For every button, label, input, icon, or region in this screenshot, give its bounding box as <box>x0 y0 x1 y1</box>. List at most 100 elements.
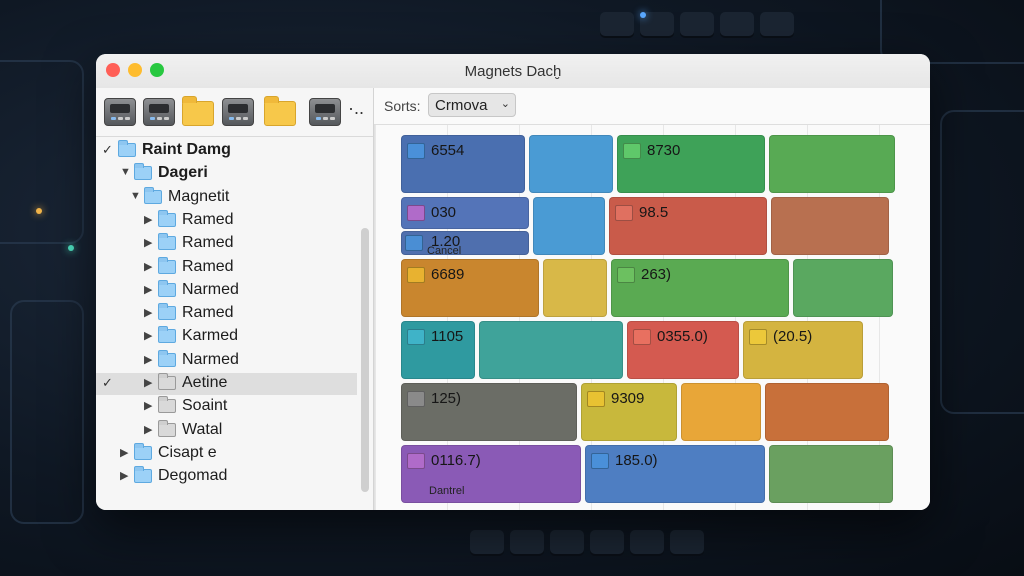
folder-icon[interactable] <box>264 96 296 126</box>
title-bar[interactable]: Magnets Dacḫ <box>96 54 930 89</box>
data-tile[interactable] <box>771 197 889 255</box>
tree-item[interactable]: ▶ Ramed <box>96 303 357 325</box>
tree-item[interactable]: ▶ Narmed <box>96 349 357 372</box>
data-tile[interactable] <box>681 383 761 441</box>
tree-item-label: Karmed <box>182 327 239 345</box>
data-tile[interactable]: 6554 <box>401 135 525 193</box>
tree-item-label: Narmed <box>182 280 239 298</box>
disclosure-closed-icon[interactable]: ▶ <box>120 469 128 482</box>
data-tile[interactable]: (20.5) <box>743 321 863 379</box>
data-tile[interactable] <box>769 445 893 503</box>
tree-item[interactable]: ▶ Karmed <box>96 326 357 348</box>
disclosure-closed-icon[interactable]: ▶ <box>144 236 152 249</box>
tile-row: 125) 9309 <box>401 383 909 441</box>
data-tile[interactable] <box>533 197 605 255</box>
tile-value: 0116.7) <box>431 452 481 469</box>
tree-item-label: Soaint <box>182 397 228 415</box>
data-tile[interactable] <box>765 383 889 441</box>
window-title: Magnets Dacḫ <box>464 63 562 80</box>
color-swatch-icon <box>633 329 651 345</box>
tree-item[interactable]: ▼ Dageri <box>96 163 357 185</box>
data-tile[interactable]: 0116.7) Dantrel <box>401 445 581 503</box>
data-tile[interactable]: 185.0) <box>585 445 765 503</box>
folder-icon <box>158 233 176 251</box>
tile-caption: Cancel <box>427 245 462 257</box>
tree-item[interactable]: ▶ Cisapt e <box>96 442 357 465</box>
color-swatch-icon <box>407 329 425 345</box>
tile-value: 8730 <box>647 142 681 159</box>
sidebar-scrollbar[interactable] <box>361 228 369 492</box>
color-swatch-icon <box>749 329 767 345</box>
tile-value: 030 <box>431 204 457 221</box>
folder-icon[interactable] <box>182 96 214 126</box>
data-tile[interactable]: 030 <box>401 197 529 229</box>
tree-item[interactable]: ▶ Ramed <box>96 233 357 255</box>
disclosure-closed-icon[interactable]: ▶ <box>144 283 152 296</box>
tree-item[interactable]: ▶ Ramed <box>96 256 357 279</box>
disclosure-closed-icon[interactable]: ▶ <box>120 446 128 459</box>
data-tile[interactable]: 8730 <box>617 135 765 193</box>
tile-value: (20.5) <box>773 328 813 345</box>
disclosure-closed-icon[interactable]: ▶ <box>144 213 152 226</box>
drive-icon[interactable] <box>222 98 254 126</box>
chevron-down-icon: ⌄ <box>500 98 510 110</box>
tree-item[interactable]: ▶ Watal <box>96 419 357 442</box>
folder-icon <box>158 303 176 321</box>
tree-item[interactable]: ▶ Degomad <box>96 466 357 488</box>
data-tile[interactable]: 263) <box>611 259 789 317</box>
tree-item-label: Aetine <box>182 374 228 391</box>
disclosure-open-icon[interactable]: ▼ <box>130 190 141 202</box>
tree-item[interactable]: ✓▼Raint Damg <box>96 140 357 162</box>
tile-value: 9309 <box>611 390 645 407</box>
data-tile[interactable]: 1105 <box>401 321 475 379</box>
data-tile[interactable] <box>793 259 893 317</box>
tree-item[interactable]: ▶ Narmed <box>96 279 357 302</box>
data-tile[interactable]: 0355.0) <box>627 321 739 379</box>
folder-icon <box>158 209 176 227</box>
disclosure-closed-icon[interactable]: ▶ <box>144 353 152 366</box>
data-tile[interactable] <box>543 259 607 317</box>
tile-row: 6554 8730 <box>401 135 909 193</box>
data-tile[interactable]: 9309 <box>581 383 677 441</box>
color-swatch-icon <box>405 235 423 251</box>
folder-icon <box>134 466 152 484</box>
color-swatch-icon <box>407 453 425 469</box>
disclosure-closed-icon[interactable]: ▶ <box>144 423 152 436</box>
tree-item-label: Dageri <box>158 164 208 182</box>
drive-icon[interactable] <box>143 98 175 126</box>
drive-icon[interactable] <box>309 98 341 126</box>
disclosure-closed-icon[interactable]: ▶ <box>144 260 152 273</box>
sidebar: ·.. ✓▼Raint Damg ▼ Dageri ▼ Magnetit ▶ Ramed ▶ R… <box>96 88 374 510</box>
data-tile[interactable]: 6689 <box>401 259 539 317</box>
drive-icon[interactable] <box>104 98 136 126</box>
tree-item-label: Magnetit <box>168 187 230 205</box>
data-tile[interactable] <box>479 321 623 379</box>
tree-item[interactable]: ▼ Magnetit <box>96 186 357 209</box>
sort-bar: Sorts: Crmova ⌄ <box>374 88 930 125</box>
color-swatch-icon <box>615 205 633 221</box>
tree-item[interactable]: ▶ Soaint <box>96 396 357 418</box>
tile-caption: Dantrel <box>429 485 465 497</box>
color-swatch-icon <box>407 391 425 407</box>
disclosure-closed-icon[interactable]: ▶ <box>144 376 152 389</box>
disclosure-closed-icon[interactable]: ▶ <box>144 329 152 342</box>
data-tile[interactable]: 98.5 <box>609 197 767 255</box>
app-window: Magnets Dacḫ ·.. ✓▼Raint Damg ▼ Dageri ▼ Mag… <box>96 54 930 510</box>
data-tile[interactable] <box>769 135 895 193</box>
disclosure-closed-icon[interactable]: ▶ <box>144 399 152 412</box>
tree-item[interactable]: ▶ Ramed <box>96 209 357 232</box>
tile-value: 1105 <box>431 328 464 345</box>
tree-item[interactable]: ✓ ▶ Aetine <box>96 373 357 395</box>
more-options-icon[interactable]: ·.. <box>348 98 364 119</box>
tree-item-label: Watal <box>182 420 223 438</box>
checkmark-icon: ✓ <box>102 375 113 390</box>
data-tile[interactable]: 1.20 Cancel <box>401 231 529 257</box>
disclosure-closed-icon[interactable]: ▶ <box>144 306 152 319</box>
folder-icon <box>158 256 176 274</box>
disclosure-open-icon[interactable]: ▼ <box>120 166 131 178</box>
color-swatch-icon <box>407 205 425 221</box>
data-tile[interactable]: 125) <box>401 383 577 441</box>
sort-dropdown[interactable]: Crmova ⌄ <box>428 93 516 117</box>
data-tile[interactable] <box>529 135 613 193</box>
tile-value: 125) <box>431 390 462 407</box>
